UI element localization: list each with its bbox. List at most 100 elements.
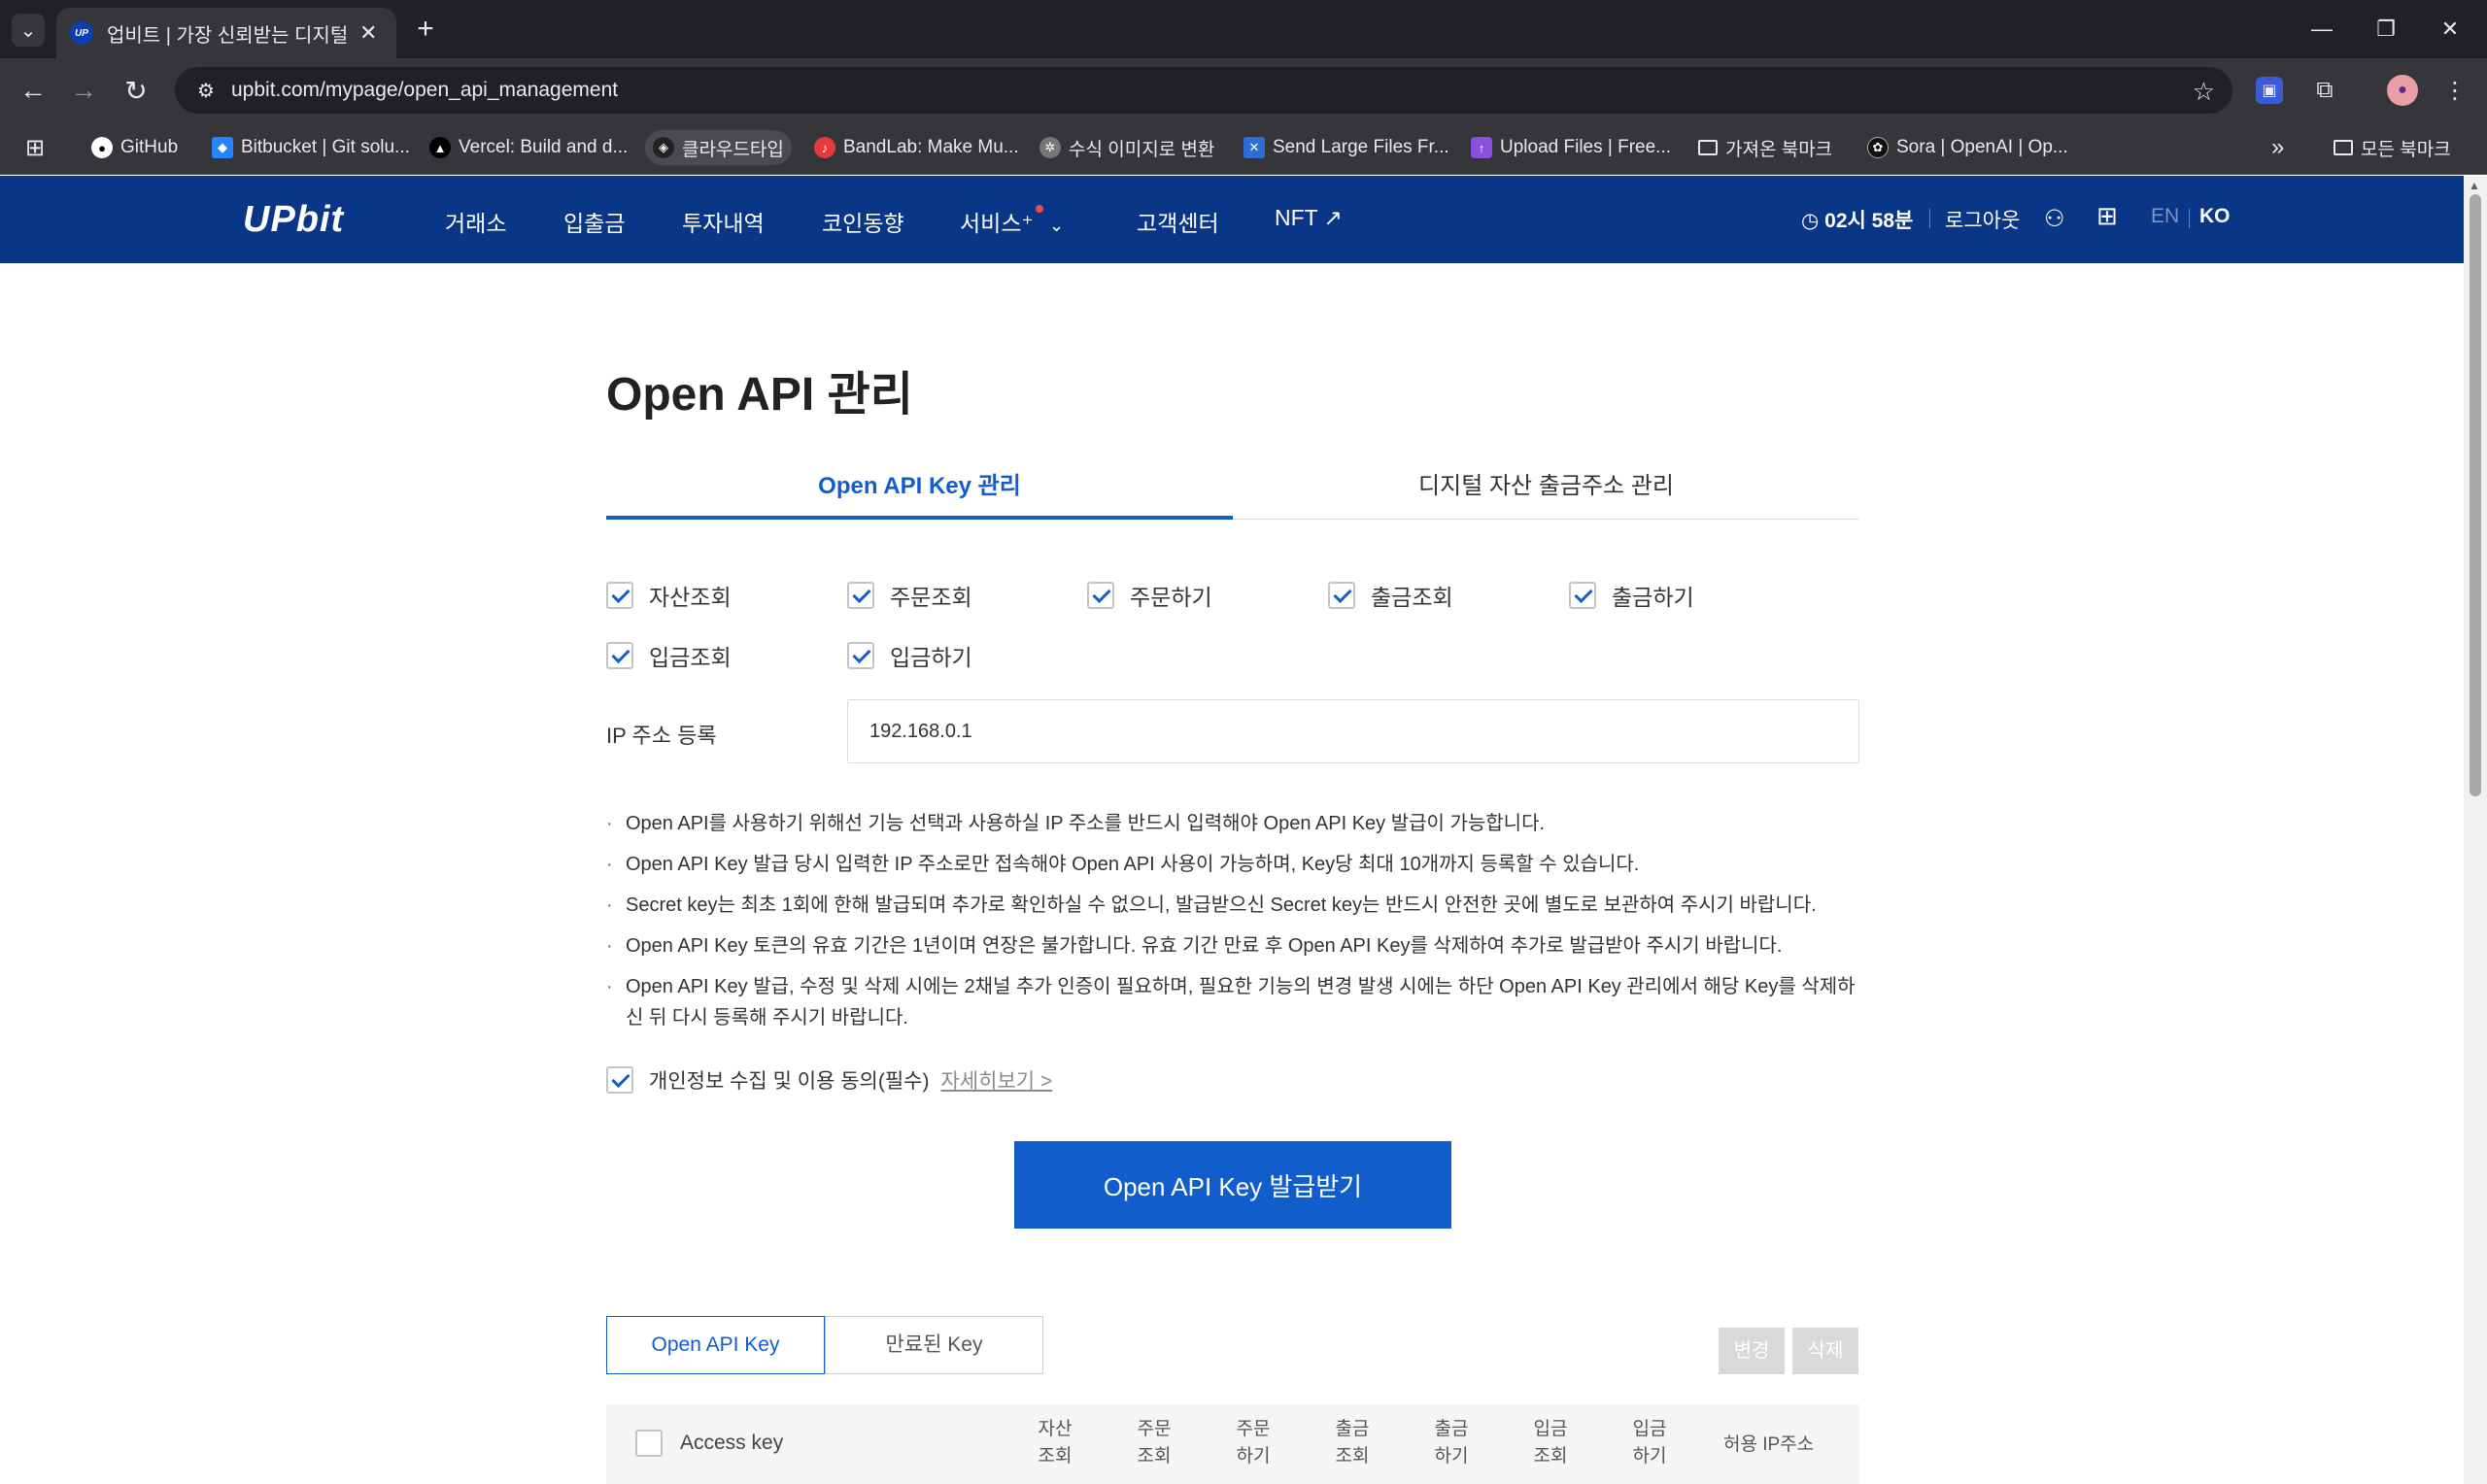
app-grid-icon[interactable]: ⊞ bbox=[2096, 201, 2118, 231]
extension-icon[interactable]: ▣ bbox=[2256, 77, 2283, 104]
tab-withdraw-address-management[interactable]: 디지털 자산 출금주소 관리 bbox=[1233, 464, 1859, 520]
access-key-label: Access key bbox=[680, 1432, 784, 1454]
session-timer: ◷ 02시 58분 bbox=[1801, 205, 1913, 234]
ip-address-input[interactable] bbox=[847, 699, 1859, 763]
notice-item: Open API Key 발급, 수정 및 삭제 시에는 2채널 추가 인증이 … bbox=[606, 971, 1869, 1033]
folder-icon bbox=[1698, 140, 1718, 155]
gear-icon: ✲ bbox=[1039, 137, 1061, 158]
checkbox[interactable] bbox=[1087, 582, 1114, 609]
edit-button[interactable]: 변경 bbox=[1719, 1328, 1785, 1374]
perm-withdraw-view[interactable]: 출금조회 bbox=[1328, 579, 1453, 612]
upload-icon: ↑ bbox=[1471, 137, 1492, 158]
select-all-checkbox[interactable] bbox=[635, 1430, 663, 1457]
checkbox[interactable] bbox=[1328, 582, 1355, 609]
tab-api-key-management[interactable]: Open API Key 관리 bbox=[606, 464, 1233, 520]
address-bar[interactable]: ⚙ upbit.com/mypage/open_api_management ☆ bbox=[175, 67, 2232, 114]
nav-customer-center[interactable]: 고객센터 bbox=[1137, 205, 1219, 238]
notice-item: Open API Key 토큰의 유효 기간은 1년이며 연장은 불가합니다. … bbox=[606, 930, 1869, 961]
more-menu-icon[interactable]: ⋮ bbox=[2438, 74, 2471, 107]
back-icon[interactable]: ← bbox=[14, 71, 52, 110]
api-tabs: Open API Key 관리 디지털 자산 출금주소 관리 bbox=[606, 464, 1859, 520]
upbit-favicon-icon: UP bbox=[70, 21, 93, 45]
perm-order[interactable]: 주문하기 bbox=[1087, 579, 1212, 612]
bookmarks-overflow-icon[interactable]: » bbox=[2264, 130, 2292, 165]
tab-active-keys[interactable]: Open API Key bbox=[606, 1316, 825, 1374]
bookmark-star-icon[interactable]: ☆ bbox=[2193, 77, 2215, 107]
privacy-consent[interactable]: 개인정보 수집 및 이용 동의(필수) 자세히보기 > bbox=[606, 1065, 1052, 1095]
scrollbar-thumb[interactable] bbox=[2470, 194, 2481, 796]
scroll-up-icon[interactable]: ▲ bbox=[2469, 179, 2480, 192]
perm-label: 주문조회 bbox=[890, 585, 972, 610]
nav-coin-trends[interactable]: 코인동향 bbox=[822, 205, 904, 238]
restore-icon[interactable]: ❐ bbox=[2357, 10, 2415, 49]
folder-icon bbox=[2334, 140, 2353, 155]
checkbox[interactable] bbox=[847, 642, 874, 669]
nav-nft[interactable]: NFT ↗ bbox=[1275, 205, 1343, 231]
tab-search-icon[interactable]: ⌄ bbox=[12, 14, 45, 47]
bookmark-bandlab[interactable]: ♪ BandLab: Make Mu... bbox=[806, 130, 1027, 165]
notice-item: Secret key는 최초 1회에 한해 발급되며 추가로 확인하실 수 없으… bbox=[606, 890, 1869, 921]
bookmark-formula[interactable]: ✲ 수식 이미지로 변환 bbox=[1032, 130, 1222, 165]
lang-ko[interactable]: KO bbox=[2199, 205, 2231, 228]
col-allowed-ip: 허용 IP주소 bbox=[1723, 1434, 1815, 1455]
consent-details-link[interactable]: 자세히보기 > bbox=[940, 1065, 1052, 1095]
profile-avatar-icon[interactable]: ● bbox=[2387, 75, 2418, 106]
perm-asset-view[interactable]: 자산조회 bbox=[606, 579, 732, 612]
lang-en[interactable]: EN bbox=[2151, 205, 2179, 228]
perm-deposit[interactable]: 입금하기 bbox=[847, 639, 972, 672]
extensions-puzzle-icon[interactable]: ⧉ bbox=[2308, 74, 2341, 107]
bookmark-github[interactable]: ● GitHub bbox=[84, 130, 186, 165]
col-deposit-view: 입금 조회 bbox=[1533, 1419, 1568, 1467]
checkbox[interactable] bbox=[847, 582, 874, 609]
col-asset-view: 자산 조회 bbox=[1038, 1419, 1073, 1467]
bookmark-imported-folder[interactable]: 가져온 북마크 bbox=[1690, 130, 1840, 165]
user-icon[interactable]: ⚇ bbox=[2044, 205, 2065, 233]
all-bookmarks[interactable]: 모든 북마크 bbox=[2326, 130, 2459, 165]
tab-close-icon[interactable]: ✕ bbox=[359, 20, 377, 46]
consent-checkbox[interactable] bbox=[606, 1066, 633, 1094]
col-withdraw-view: 출금 조회 bbox=[1335, 1419, 1370, 1467]
reload-icon[interactable]: ↻ bbox=[117, 71, 155, 110]
bookmark-send-large-files[interactable]: ✕ Send Large Files Fr... bbox=[1236, 130, 1457, 165]
perm-label: 자산조회 bbox=[649, 585, 732, 610]
checkbox[interactable] bbox=[606, 642, 633, 669]
browser-toolbar: ← → ↻ ⚙ upbit.com/mypage/open_api_manage… bbox=[0, 58, 2487, 122]
bookmark-vercel[interactable]: ▲ Vercel: Build and d... bbox=[422, 130, 635, 165]
bookmark-sora[interactable]: ✿ Sora | OpenAI | Op... bbox=[1859, 130, 2076, 165]
bookmark-bitbucket[interactable]: ◆ Bitbucket | Git solu... bbox=[204, 130, 418, 165]
nav-deposit-withdraw[interactable]: 입출금 bbox=[563, 205, 625, 238]
close-window-icon[interactable]: ✕ bbox=[2421, 10, 2479, 49]
perm-label: 주문하기 bbox=[1130, 585, 1212, 610]
notice-item: Open API를 사용하기 위해선 기능 선택과 사용하실 IP 주소를 반드… bbox=[606, 808, 1869, 839]
perm-order-view[interactable]: 주문조회 bbox=[847, 579, 972, 612]
checkbox[interactable] bbox=[1569, 582, 1596, 609]
url-text[interactable]: upbit.com/mypage/open_api_management bbox=[231, 79, 618, 102]
consent-label: 개인정보 수집 및 이용 동의(필수) bbox=[649, 1070, 930, 1093]
perm-deposit-view[interactable]: 입금조회 bbox=[606, 639, 732, 672]
browser-tab[interactable]: UP 업비트 | 가장 신뢰받는 디지털 ✕ bbox=[56, 8, 396, 58]
notice-item: Open API Key 발급 당시 입력한 IP 주소로만 접속해야 Open… bbox=[606, 849, 1869, 880]
bandlab-icon: ♪ bbox=[814, 137, 835, 158]
apps-grid-icon[interactable]: ⊞ bbox=[17, 130, 52, 165]
key-table-header: Access key 자산 조회 주문 조회 주문 하기 출금 조회 출금 하기 입금 조회… bbox=[606, 1404, 1859, 1484]
bookmark-cloudtype[interactable]: ◈ 클라우드타입 bbox=[645, 130, 792, 165]
new-tab-icon[interactable]: + bbox=[408, 12, 443, 47]
site-info-icon[interactable]: ⚙ bbox=[187, 79, 225, 103]
checkbox[interactable] bbox=[606, 582, 633, 609]
issue-api-key-button[interactable]: Open API Key 발급받기 bbox=[1014, 1141, 1451, 1229]
send-files-icon: ✕ bbox=[1244, 137, 1265, 158]
delete-button[interactable]: 삭제 bbox=[1792, 1328, 1858, 1374]
perm-withdraw[interactable]: 출금하기 bbox=[1569, 579, 1694, 612]
logout-link[interactable]: 로그아웃 bbox=[1945, 205, 2020, 234]
minimize-icon[interactable]: — bbox=[2293, 10, 2351, 49]
nav-investments[interactable]: 투자내역 bbox=[682, 205, 765, 238]
col-deposit: 입금 하기 bbox=[1632, 1419, 1667, 1467]
perm-label: 출금하기 bbox=[1612, 585, 1694, 610]
bookmark-upload-files[interactable]: ↑ Upload Files | Free... bbox=[1463, 130, 1679, 165]
tab-expired-keys[interactable]: 만료된 Key bbox=[825, 1316, 1043, 1374]
upbit-logo[interactable]: UPbit bbox=[243, 199, 344, 241]
nav-services[interactable]: 서비스⁺ ⌄ bbox=[960, 205, 1064, 238]
session-time-text: 02시 58분 bbox=[1824, 210, 1914, 232]
nav-exchange[interactable]: 거래소 bbox=[445, 205, 506, 238]
forward-icon[interactable]: → bbox=[64, 71, 103, 110]
